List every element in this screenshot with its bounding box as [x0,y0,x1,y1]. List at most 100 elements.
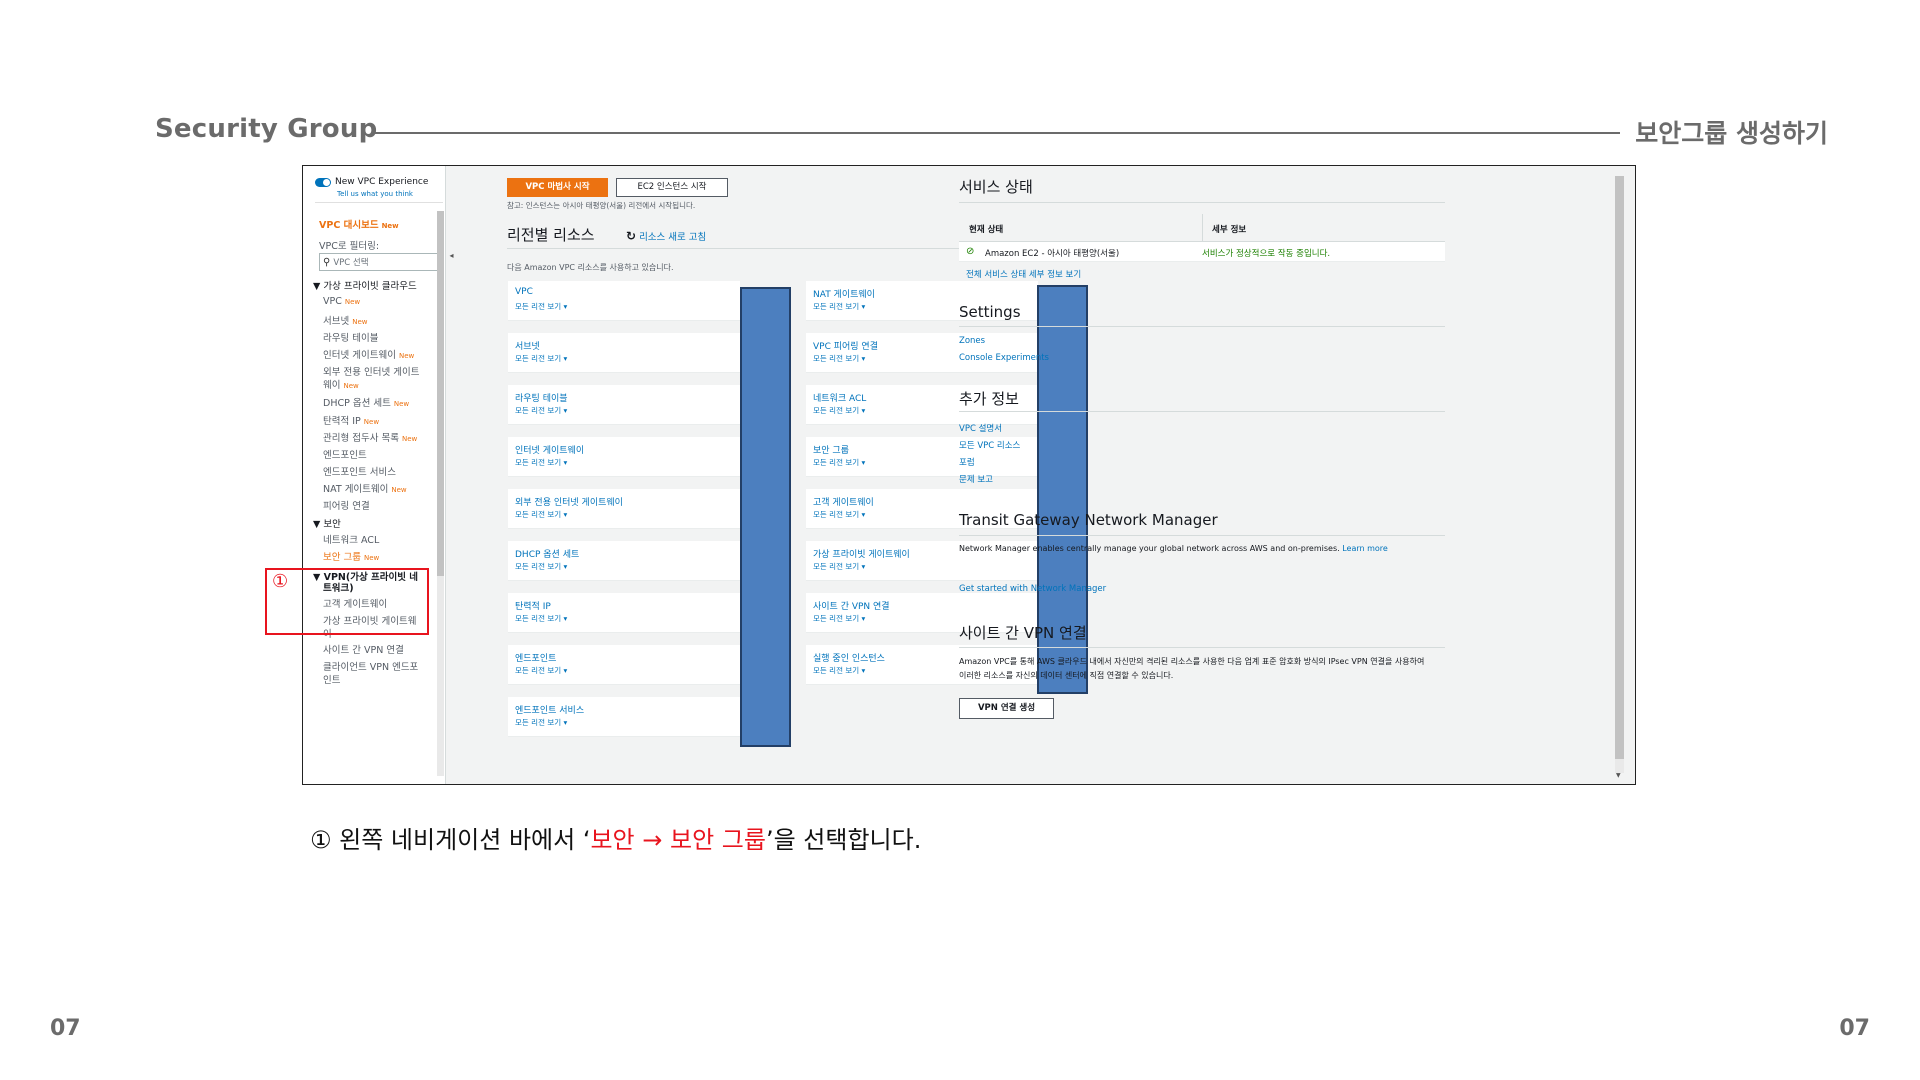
sidebar-scroll-thumb[interactable] [437,211,444,576]
page-number-right: 07 [1839,1016,1870,1041]
card-title[interactable]: VPC 피어링 연결 [813,339,878,352]
resource-card-elastic-ip[interactable]: 탄력적 IP 모든 리전 보기 ▾ [508,593,740,633]
all-regions-link[interactable]: 모든 리전 보기 ▾ [813,353,865,364]
resource-card-vpc[interactable]: VPC 모든 리전 보기 ▾ [508,281,740,321]
slide-subtitle: 보안그룹 생성하기 [1635,119,1828,148]
sidebar-item-site-to-site-vpn[interactable]: 사이트 간 VPN 연결 [323,642,404,656]
card-title[interactable]: 사이트 간 VPN 연결 [813,599,890,612]
scroll-down-icon[interactable]: ▼ [1616,772,1621,779]
learn-more-link[interactable]: Learn more [1342,544,1388,553]
card-title[interactable]: 서브넷 [515,339,540,352]
vpc-docs-link[interactable]: VPC 설명서 [959,422,1002,434]
card-title[interactable]: 외부 전용 인터넷 게이트웨이 [515,495,623,508]
all-regions-link[interactable]: 모든 리전 보기 ▾ [515,561,567,572]
toggle-switch-icon[interactable] [315,177,331,187]
all-regions-link[interactable]: 모든 리전 보기 ▾ [813,561,865,572]
resource-card-endpoints[interactable]: 엔드포인트 모든 리전 보기 ▾ [508,645,740,685]
resource-card-endpoint-services[interactable]: 엔드포인트 서비스 모든 리전 보기 ▾ [508,697,740,737]
card-title[interactable]: 엔드포인트 서비스 [515,703,584,716]
resource-card-dhcp[interactable]: DHCP 옵션 세트 모든 리전 보기 ▾ [508,541,740,581]
card-title[interactable]: 네트워크 ACL [813,391,866,404]
report-issue-link[interactable]: 문제 보고 [959,473,993,485]
all-regions-link[interactable]: 모든 리전 보기 ▾ [813,405,865,416]
sidebar-item-dhcp-options[interactable]: DHCP 옵션 세트 New [323,395,409,409]
all-regions-link[interactable]: 모든 리전 보기 ▾ [515,457,567,468]
sidebar-item-label: 라우팅 테이블 [323,333,379,344]
get-started-network-manager-link[interactable]: Get started with Network Manager [959,584,1106,594]
collapse-sidebar-icon[interactable]: ◂ [446,246,457,266]
card-title[interactable]: NAT 게이트웨이 [813,287,875,300]
additional-info-divider [959,411,1445,412]
resources-by-region-title: 리전별 리소스 [507,226,595,244]
sidebar-item-label: 웨이 [323,380,341,391]
card-title[interactable]: 인터넷 게이트웨이 [515,443,584,456]
resource-card-subnets[interactable]: 서브넷 모든 리전 보기 ▾ [508,333,740,373]
sidebar-item-network-acl[interactable]: 네트워크 ACL [323,532,379,546]
sidebar-item-security-groups[interactable]: 보안 그룹 New [323,549,379,563]
all-regions-link[interactable]: 모든 리전 보기 ▾ [515,717,567,728]
left-navigation-sidebar: New VPC Experience Tell us what you thin… [303,166,446,784]
service-health-details-link[interactable]: 전체 서비스 상태 세부 정보 보기 [966,268,1081,280]
transit-gateway-title: Transit Gateway Network Manager [959,511,1218,529]
all-vpc-resources-link[interactable]: 모든 VPC 리소스 [959,439,1020,451]
forum-link[interactable]: 포럼 [959,456,975,468]
all-regions-link[interactable]: 모든 리전 보기 ▾ [813,613,865,624]
sidebar-item-vpc-dashboard[interactable]: VPC 대시보드 New [319,217,399,231]
all-regions-link[interactable]: 모든 리전 보기 ▾ [515,509,567,520]
card-title[interactable]: 고객 게이트웨이 [813,495,874,508]
sidebar-item-egress-only-gateways[interactable]: 외부 전용 인터넷 게이트 [323,364,419,378]
new-badge: New [381,222,399,230]
sidebar-item-elastic-ip[interactable]: 탄력적 IP New [323,413,379,427]
feedback-link[interactable]: Tell us what you think [337,190,413,198]
resource-card-internet-gateways[interactable]: 인터넷 게이트웨이 모든 리전 보기 ▾ [508,437,740,477]
all-regions-link[interactable]: 모든 리전 보기 ▾ [515,665,567,676]
all-regions-link[interactable]: 모든 리전 보기 ▾ [813,509,865,520]
sidebar-item-internet-gateways[interactable]: 인터넷 게이트웨이 New [323,347,414,361]
create-vpn-connection-button[interactable]: VPN 연결 생성 [959,698,1054,719]
card-title[interactable]: 탄력적 IP [515,599,551,612]
all-regions-link[interactable]: 모든 리전 보기 ▾ [515,301,567,312]
main-scroll-thumb[interactable] [1615,176,1624,759]
card-title[interactable]: 라우팅 테이블 [515,391,568,404]
all-regions-link[interactable]: 모든 리전 보기 ▾ [515,353,567,364]
sidebar-item-nat-gateways[interactable]: NAT 게이트웨이 New [323,481,407,495]
all-regions-link[interactable]: 모든 리전 보기 ▾ [515,613,567,624]
all-regions-link[interactable]: 모든 리전 보기 ▾ [515,405,567,416]
sidebar-item-client-vpn-cont[interactable]: 인트 [323,672,340,686]
sidebar-item-egress-only-gateways-cont[interactable]: 웨이 New [323,377,359,391]
sidebar-item-subnets[interactable]: 서브넷 New [323,313,368,327]
sidebar-item-prefix-lists[interactable]: 관리형 접두사 목록 New [323,430,417,444]
search-icon: ⚲ [323,256,331,268]
resource-card-route-tables[interactable]: 라우팅 테이블 모든 리전 보기 ▾ [508,385,740,425]
sidebar-scrollbar[interactable] [437,211,444,776]
card-title[interactable]: VPC [515,287,533,297]
card-title[interactable]: 엔드포인트 [515,651,556,664]
card-title[interactable]: 실행 중인 인스턴스 [813,651,885,664]
main-scrollbar[interactable]: ▼ [1615,176,1624,779]
card-title[interactable]: DHCP 옵션 세트 [515,547,579,560]
all-regions-link[interactable]: 모든 리전 보기 ▾ [813,301,865,312]
sidebar-item-endpoints[interactable]: 엔드포인트 [323,447,367,461]
launch-ec2-button[interactable]: EC2 인스턴스 시작 [616,178,728,197]
console-experiments-link[interactable]: Console Experiments [959,353,1049,363]
sidebar-item-vpc[interactable]: VPC New [323,296,360,307]
sidebar-section-vpc[interactable]: ▼ 가상 프라이빗 클라우드 [313,278,417,292]
new-badge: New [363,554,380,562]
all-regions-link[interactable]: 모든 리전 보기 ▾ [813,457,865,468]
vpc-wizard-button[interactable]: VPC 마법사 시작 [507,178,608,197]
card-title[interactable]: 보안 그룹 [813,443,849,456]
refresh-resources-link[interactable]: ↻ 리소스 새로 고침 [626,229,706,243]
sidebar-item-endpoint-services[interactable]: 엔드포인트 서비스 [323,464,396,478]
new-vpc-experience-toggle[interactable]: New VPC Experience [315,177,428,187]
sidebar-item-peering[interactable]: 피어링 연결 [323,498,370,512]
sidebar-section-security[interactable]: ▼ 보안 [313,516,341,530]
zones-link[interactable]: Zones [959,336,985,346]
new-badge: New [391,486,407,494]
sidebar-item-route-tables[interactable]: 라우팅 테이블 [323,330,378,344]
vpc-filter-select[interactable]: ⚲ VPC 선택 [319,253,439,271]
card-title[interactable]: 가상 프라이빗 게이트웨이 [813,547,910,560]
sidebar-item-client-vpn[interactable]: 클라이언트 VPN 엔드포 [323,659,418,673]
resource-card-egress-only[interactable]: 외부 전용 인터넷 게이트웨이 모든 리전 보기 ▾ [508,489,740,529]
all-regions-link[interactable]: 모든 리전 보기 ▾ [813,665,865,676]
title-divider [375,132,1620,134]
